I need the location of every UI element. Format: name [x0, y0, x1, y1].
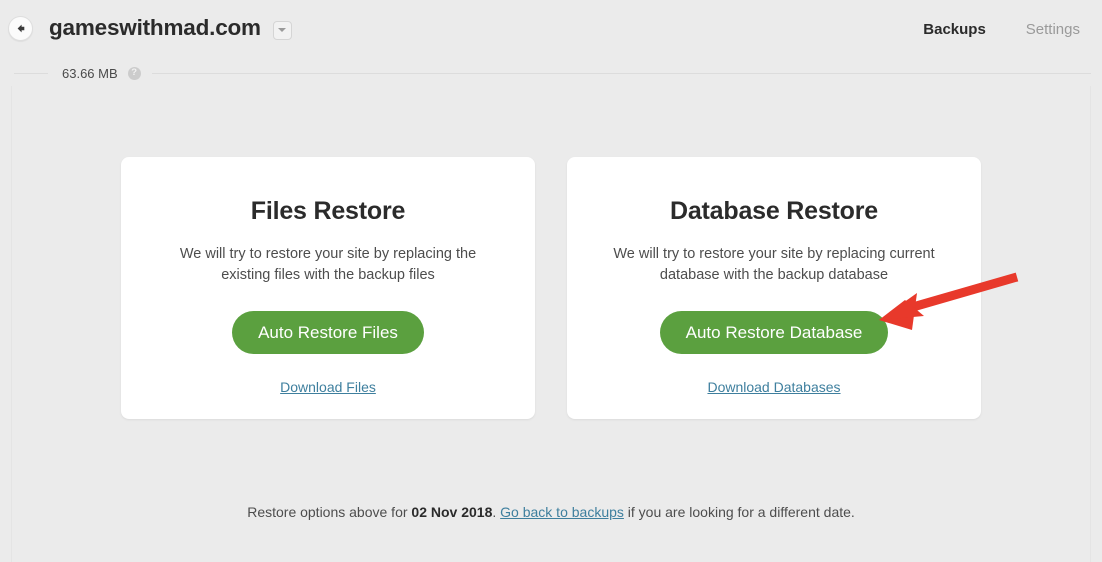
- back-button[interactable]: [8, 16, 33, 41]
- restore-note-date: 02 Nov 2018: [411, 504, 493, 520]
- database-restore-link-wrap: Download Databases: [567, 379, 981, 397]
- backup-size-label: 63.66 MB: [62, 65, 118, 81]
- database-restore-action: Auto Restore Database: [567, 311, 981, 355]
- files-restore-action: Auto Restore Files: [121, 311, 535, 355]
- download-databases-link[interactable]: Download Databases: [707, 379, 840, 395]
- site-switcher-dropdown[interactable]: [272, 20, 292, 40]
- arrow-left-icon: [14, 22, 27, 35]
- nav-item-settings[interactable]: Settings: [1026, 21, 1080, 38]
- app-header: gameswithmad.com Backups Settings: [0, 0, 1102, 57]
- go-back-to-backups-link[interactable]: Go back to backups: [500, 504, 624, 520]
- site-title: gameswithmad.com: [49, 15, 261, 41]
- header-nav: Backups Settings: [923, 21, 1080, 38]
- files-restore-description: We will try to restore your site by repl…: [179, 246, 477, 283]
- app-root: gameswithmad.com Backups Settings 63.66 …: [0, 0, 1102, 562]
- database-restore-card: Database Restore We will try to restore …: [567, 157, 981, 419]
- files-restore-link-wrap: Download Files: [121, 379, 535, 397]
- divider-right: [151, 72, 1091, 74]
- restore-note-separator: .: [492, 504, 501, 520]
- restore-note-suffix: if you are looking for a different date.: [623, 504, 855, 520]
- divider-left: [14, 72, 48, 74]
- backup-size-row: 63.66 MB ?: [0, 60, 1102, 86]
- header-left-group: gameswithmad.com: [8, 16, 292, 41]
- database-restore-description: We will try to restore your site by repl…: [613, 246, 935, 283]
- question-mark-icon[interactable]: ?: [127, 66, 141, 80]
- restore-cards: Files Restore We will try to restore you…: [121, 157, 981, 419]
- database-restore-title: Database Restore: [669, 197, 878, 225]
- download-files-link[interactable]: Download Files: [280, 379, 376, 395]
- restore-date-note: Restore options above for 02 Nov 2018. G…: [12, 504, 1090, 520]
- content-panel: Files Restore We will try to restore you…: [11, 86, 1091, 562]
- auto-restore-files-button[interactable]: Auto Restore Files: [232, 311, 424, 355]
- chevron-down-icon: [278, 28, 287, 32]
- nav-item-backups[interactable]: Backups: [923, 21, 986, 38]
- files-restore-card: Files Restore We will try to restore you…: [121, 157, 535, 419]
- files-restore-title: Files Restore: [250, 197, 406, 225]
- restore-note-prefix: Restore options above for: [247, 504, 412, 520]
- auto-restore-database-button[interactable]: Auto Restore Database: [659, 311, 889, 355]
